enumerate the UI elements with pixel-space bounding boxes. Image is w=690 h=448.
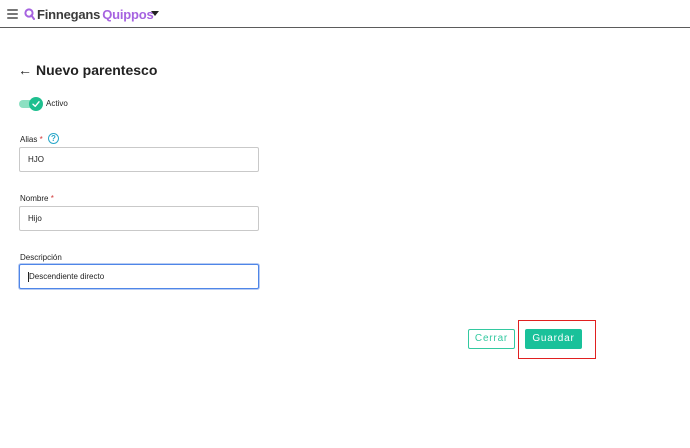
- alias-input[interactable]: HJO: [19, 147, 259, 172]
- page-title: Nuevo parentesco: [36, 62, 158, 78]
- toggle-knob: [29, 97, 43, 111]
- nombre-input[interactable]: Hijo: [19, 206, 259, 231]
- nombre-value: Hijo: [28, 214, 42, 223]
- highlight-box: [518, 320, 596, 359]
- menu-icon[interactable]: [7, 9, 18, 19]
- quippos-logo-icon: [24, 8, 35, 20]
- alias-label-text: Alias: [20, 135, 38, 144]
- alias-label: Alias *: [20, 135, 43, 144]
- alias-value: HJO: [28, 155, 44, 164]
- page-header: ← Nuevo parentesco: [18, 62, 157, 78]
- brand-name-secondary: Quippos: [102, 6, 154, 22]
- arrow-left-icon[interactable]: ←: [18, 63, 32, 77]
- nombre-label-text: Nombre: [20, 194, 49, 203]
- active-toggle[interactable]: [19, 97, 43, 111]
- required-mark: *: [39, 135, 43, 144]
- descripcion-input[interactable]: Descendiente directo: [19, 264, 259, 289]
- check-icon: [32, 101, 40, 107]
- brand-name-primary: Finnegans: [37, 6, 101, 22]
- descripcion-value: Descendiente directo: [29, 272, 105, 281]
- caret-down-icon[interactable]: [151, 11, 159, 16]
- required-mark: *: [50, 194, 54, 203]
- nombre-label: Nombre *: [20, 194, 54, 203]
- brand-logo[interactable]: Finnegans Quippos: [24, 6, 154, 22]
- descripcion-label-text: Descripción: [20, 253, 62, 262]
- top-bar: Finnegans Quippos: [0, 0, 690, 28]
- active-toggle-label: Activo: [46, 99, 68, 108]
- close-button[interactable]: Cerrar: [468, 329, 515, 349]
- descripcion-label: Descripción: [20, 253, 62, 262]
- help-circle-icon[interactable]: ?: [48, 133, 59, 144]
